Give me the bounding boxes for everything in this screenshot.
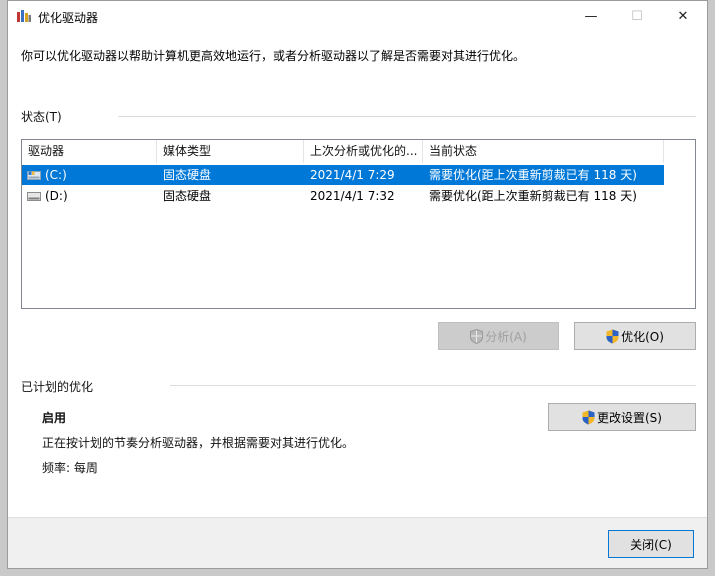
shield-icon bbox=[606, 329, 619, 343]
maximize-icon: ☐ bbox=[631, 9, 643, 24]
intro-text: 你可以优化驱动器以帮助计算机更高效地运行，或者分析驱动器以了解是否需要对其进行优… bbox=[21, 49, 526, 63]
scheduled-divider bbox=[170, 385, 696, 386]
close-button-label: 关闭(C) bbox=[630, 537, 672, 552]
optimize-drives-window: 优化驱动器 — ☐ ✕ 你可以优化驱动器以帮助计算机更高效地运行，或者分析驱动器… bbox=[7, 0, 708, 569]
window-title: 优化驱动器 bbox=[38, 11, 99, 25]
minimize-icon: — bbox=[584, 9, 598, 24]
optimize-button[interactable]: 优化(O) bbox=[574, 322, 696, 350]
drive-row-d[interactable]: (D:) 固态硬盘 2021/4/1 7:32 需要优化(距上次重新剪裁已有 1… bbox=[22, 186, 664, 206]
drive-d-media: 固态硬盘 bbox=[163, 189, 212, 203]
schedule-description: 正在按计划的节奏分析驱动器，并根据需要对其进行优化。 bbox=[42, 436, 355, 450]
minimize-button[interactable]: — bbox=[568, 1, 614, 32]
drive-c-last-run: 2021/4/1 7:29 bbox=[310, 168, 395, 182]
column-header-drive[interactable]: 驱动器 bbox=[22, 140, 157, 163]
title-bar[interactable]: 优化驱动器 — ☐ ✕ bbox=[8, 1, 707, 32]
shield-icon bbox=[470, 328, 484, 344]
change-settings-button[interactable]: 更改设置(S) bbox=[548, 403, 696, 431]
status-divider bbox=[118, 116, 696, 117]
maximize-button[interactable]: ☐ bbox=[614, 1, 660, 32]
column-header-last-run[interactable]: 上次分析或优化的... bbox=[304, 140, 423, 163]
status-section-label: 状态(T) bbox=[21, 110, 62, 124]
drive-d-name: (D:) bbox=[45, 189, 68, 203]
drive-c-name: (C:) bbox=[45, 168, 67, 182]
drives-list[interactable]: 驱动器 媒体类型 上次分析或优化的... 当前状态 (C:) 固态硬盘 2021… bbox=[21, 139, 696, 309]
analyze-button-label: 分析(A) bbox=[485, 329, 527, 344]
schedule-frequency: 频率: 每周 bbox=[42, 461, 98, 475]
scheduled-section-label: 已计划的优化 bbox=[21, 380, 94, 394]
schedule-state: 启用 bbox=[42, 411, 67, 425]
close-window-button[interactable]: ✕ bbox=[660, 1, 706, 32]
change-settings-button-label: 更改设置(S) bbox=[597, 410, 662, 425]
drive-d-status: 需要优化(距上次重新剪裁已有 118 天) bbox=[429, 189, 637, 203]
dialog-footer: 关闭(C) bbox=[8, 517, 707, 568]
drives-list-header: 驱动器 媒体类型 上次分析或优化的... 当前状态 bbox=[22, 140, 695, 163]
column-header-current-status[interactable]: 当前状态 bbox=[423, 140, 664, 163]
drive-c-status: 需要优化(距上次重新剪裁已有 118 天) bbox=[429, 168, 637, 182]
close-icon: ✕ bbox=[677, 9, 689, 24]
shield-icon bbox=[582, 410, 595, 424]
close-button[interactable]: 关闭(C) bbox=[608, 530, 694, 558]
drive-c-icon bbox=[27, 171, 41, 180]
drive-c-media: 固态硬盘 bbox=[163, 168, 212, 182]
drive-d-last-run: 2021/4/1 7:32 bbox=[310, 189, 395, 203]
drive-row-c[interactable]: (C:) 固态硬盘 2021/4/1 7:29 需要优化(距上次重新剪裁已有 1… bbox=[22, 165, 664, 185]
analyze-button[interactable]: 分析(A) bbox=[438, 322, 559, 350]
drive-d-icon bbox=[27, 192, 41, 201]
column-header-media-type[interactable]: 媒体类型 bbox=[157, 140, 304, 163]
defrag-app-icon bbox=[17, 10, 31, 22]
optimize-button-label: 优化(O) bbox=[621, 329, 664, 344]
